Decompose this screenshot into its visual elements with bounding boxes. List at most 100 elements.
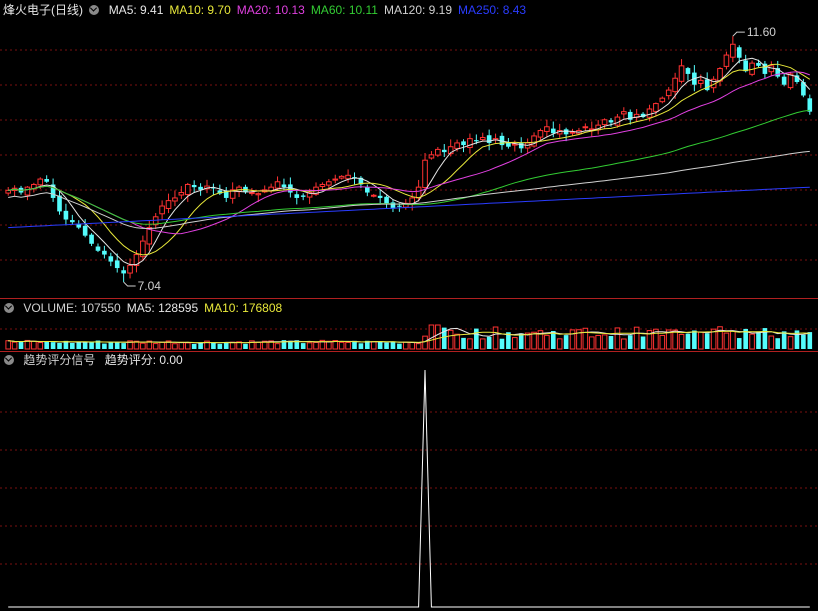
volume-bar-87 [563,335,569,349]
candle-body-52 [338,175,345,179]
volume-bar-112 [723,332,730,350]
volume-bar-39 [255,341,262,350]
candle-body-39 [255,193,262,196]
candle-body-9 [63,210,69,220]
volume-bar-60 [390,341,396,349]
volume-bar-106 [685,333,691,349]
candle-body-57 [370,194,377,197]
volume-bar-1 [11,341,18,350]
candle-body-71 [461,141,466,146]
volume-bar-65 [422,335,428,350]
volume-bar-76 [492,326,499,350]
candle-body-15 [102,250,107,255]
candle-body-18 [121,270,126,274]
candle-body-24 [159,205,165,215]
volume-bar-42 [274,343,281,350]
volume-bar-120 [775,338,781,349]
candle-body-105 [678,65,685,82]
volume-bar-59 [384,342,389,349]
volume-bar-96 [621,338,627,350]
volume-bar-73 [474,328,479,349]
volume-chart[interactable] [0,299,818,352]
price-panel: 烽火电子(日线) MA5: 9.41 MA10: 9.70 MA20: 10.13 M… [0,0,818,300]
candle-body-67 [435,148,441,156]
volume-bar-17 [114,342,120,349]
signal-chart[interactable] [0,352,818,611]
volume-bar-114 [736,338,742,349]
volume-bar-124 [801,334,806,349]
volume-bar-90 [582,327,589,350]
candle-body-56 [365,187,370,193]
volume-bar-125 [807,332,813,349]
volume-bar-107 [692,330,697,349]
candle-body-106 [685,68,691,74]
volume-bar-113 [730,330,736,350]
volume-bar-97 [627,335,633,349]
candle-body-112 [723,54,730,67]
candle-body-8 [57,195,62,212]
volume-bar-86 [556,338,563,350]
candle-body-42 [274,181,281,189]
candle-body-16 [108,256,114,262]
volume-bar-47 [306,342,313,350]
volume-bar-24 [159,341,165,350]
volume-bar-116 [749,333,755,350]
volume-bar-117 [756,331,761,349]
volume-bar-58 [377,341,383,349]
volume-bar-6 [44,341,49,349]
candle-body-75 [486,135,492,143]
volume-bar-0 [5,340,12,350]
volume-bar-72 [467,338,473,350]
volume-bar-88 [569,329,576,350]
volume-bar-57 [370,341,377,350]
candle-body-68 [441,149,447,153]
candle-body-28 [184,183,191,196]
candle-body-102 [659,97,666,103]
volume-bar-75 [486,336,492,349]
volume-bar-26 [172,343,178,350]
volume-bar-5 [37,342,44,350]
volume-bar-11 [76,341,82,349]
candle-body-50 [326,181,332,186]
candle-body-61 [397,205,402,207]
volume-bar-99 [640,336,646,349]
high-marker-label: 11.60 [747,25,776,39]
candle-body-93 [601,119,608,126]
volume-bar-79 [512,337,518,350]
volume-bar-55 [358,343,364,349]
candle-body-73 [474,140,479,142]
candle-body-5 [37,178,44,186]
volume-bar-122 [787,336,794,350]
candle-body-108 [697,79,704,84]
candle-body-19 [127,264,133,274]
volume-bar-53 [345,341,351,350]
candle-body-101 [653,103,659,112]
candle-body-14 [95,246,101,251]
candle-body-94 [608,120,614,123]
volume-bar-69 [447,329,454,350]
volume-panel: VOLUME: 107550 MA5: 128595 MA10: 176808 [0,299,818,352]
volume-bar-63 [409,341,416,350]
volume-bar-93 [601,334,608,350]
volume-bar-95 [614,327,621,350]
candle-body-96 [621,111,627,115]
candle-body-51 [332,178,339,181]
candle-body-59 [384,196,389,204]
candle-body-65 [422,159,428,189]
volume-bar-18 [121,343,126,349]
volume-bar-8 [57,342,62,349]
candlestick-chart[interactable]: 11.60 7.04 [0,0,818,300]
volume-bar-102 [659,334,666,350]
volume-bar-21 [140,342,146,350]
volume-bar-71 [461,337,466,349]
candle-body-49 [319,183,326,187]
ma120-line [8,150,810,230]
volume-bar-35 [229,341,236,350]
volume-bar-62 [402,341,409,350]
candle-body-27 [178,192,185,196]
volume-bar-77 [499,338,505,349]
candle-body-53 [345,174,351,180]
candle-body-90 [582,126,589,129]
volume-bar-29 [191,343,197,349]
low-marker-label: 7.04 [138,279,162,293]
